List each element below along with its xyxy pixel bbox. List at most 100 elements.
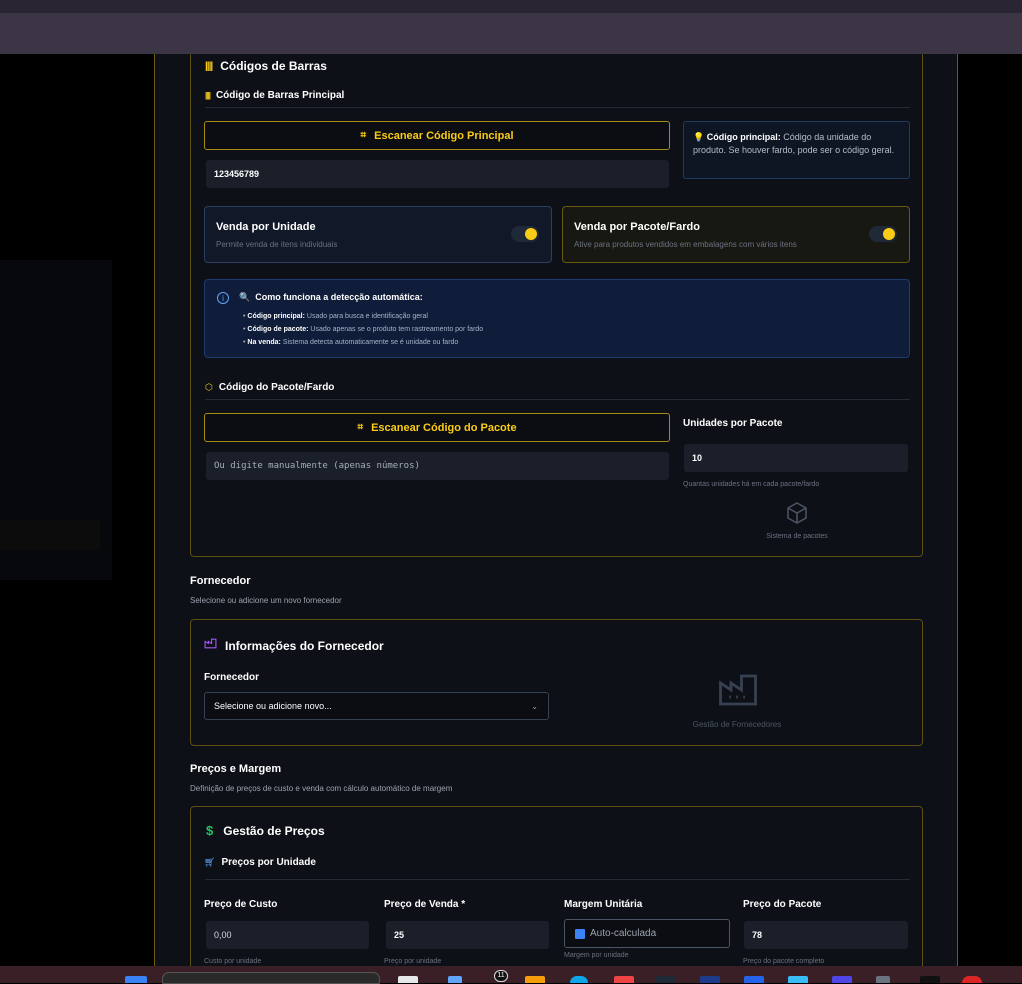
pack-price-value: 78	[752, 930, 763, 940]
app-icon[interactable]	[656, 976, 676, 983]
scan-icon: ⌗	[360, 130, 367, 141]
units-per-pack-input[interactable]: 10	[684, 444, 908, 472]
factory-icon	[717, 669, 759, 716]
supplier-section-title: Fornecedor	[190, 575, 251, 587]
barcodes-card: |||| Códigos de Barras |||| Código de Ba…	[190, 54, 923, 557]
cost-price-label: Preço de Custo	[204, 899, 278, 910]
unit-sale-title: Venda por Unidade	[216, 221, 316, 233]
pack-system-label: Sistema de pacotes	[766, 533, 828, 540]
scan-main-code-label: Escanear Código Principal	[374, 129, 514, 142]
pack-code-input[interactable]: Ou digite manualmente (apenas números)	[206, 452, 669, 480]
sale-price-label: Preço de Venda *	[384, 899, 466, 910]
app-icon[interactable]	[920, 976, 940, 983]
package-icon	[785, 501, 809, 525]
factory-icon	[204, 637, 217, 655]
taskbar-search[interactable]	[162, 972, 380, 984]
background-overlay-strip	[0, 520, 100, 550]
scan-pack-code-button[interactable]: ⌗ Escanear Código do Pacote	[204, 413, 670, 442]
app-icon[interactable]	[700, 976, 720, 983]
tip-bold: Código principal:	[706, 132, 781, 142]
pack-sale-desc: Ative para produtos vendidos em embalage…	[574, 240, 797, 249]
supplier-field-label: Fornecedor	[204, 672, 260, 683]
app-icon[interactable]	[788, 976, 808, 983]
unit-sale-option[interactable]: Venda por Unidade Permite venda de itens…	[204, 206, 552, 263]
info-item: • Código principal: Usado para busca e i…	[243, 313, 428, 320]
info-item: • Código de pacote: Usado apenas se o pr…	[243, 326, 484, 333]
info-item-bold: Na venda:	[247, 339, 281, 346]
product-form-panel: |||| Códigos de Barras |||| Código de Ba…	[154, 54, 958, 966]
units-per-pack-label: Unidades por Pacote	[683, 418, 783, 429]
cost-price-value: 0,00	[214, 930, 232, 940]
info-item: • Na venda: Sistema detecta automaticame…	[243, 339, 459, 346]
info-item-text: Usado apenas se o produto tem rastreamen…	[308, 326, 484, 333]
margin-input[interactable]: Auto-calculada	[564, 919, 730, 948]
pricing-card-title: Gestão de Preços	[223, 823, 325, 838]
pricing-section-subtitle: Definição de preços de custo e venda com…	[190, 784, 453, 793]
barcode-icon: ||||	[205, 60, 213, 72]
scan-main-code-button[interactable]: ⌗ Escanear Código Principal	[204, 121, 670, 150]
margin-placeholder: Auto-calculada	[590, 928, 657, 939]
unit-prices-title: Preços por Unidade	[221, 857, 316, 868]
barcodes-section-title: Códigos de Barras	[220, 59, 327, 73]
units-per-pack-value: 10	[692, 453, 703, 463]
dollar-icon: $	[206, 823, 214, 838]
browser-icon[interactable]	[398, 976, 418, 983]
scan-icon: ⌗	[357, 422, 364, 433]
browser-toolbar	[0, 13, 1022, 54]
unit-sale-toggle[interactable]	[511, 226, 539, 242]
app-icon[interactable]	[744, 976, 764, 983]
supplier-select-value: Selecione ou adicione novo...	[214, 701, 332, 711]
auto-detect-info: i 🔍 Como funciona a detecção automática:…	[204, 279, 910, 358]
unit-sale-desc: Permite venda de itens individuais	[216, 240, 338, 249]
supplier-select[interactable]: Selecione ou adicione novo... ⌄	[204, 692, 549, 720]
package-icon: ⬡	[205, 382, 213, 392]
cost-price-hint: Custo por unidade	[204, 958, 262, 965]
app-icon[interactable]	[876, 976, 890, 983]
pack-sale-title: Venda por Pacote/Fardo	[574, 221, 700, 233]
auto-calc-icon	[575, 928, 585, 939]
divider	[205, 107, 910, 108]
toggle-knob	[525, 228, 537, 240]
pricing-section-title: Preços e Margem	[190, 763, 282, 775]
badge-count: 11	[497, 972, 505, 979]
margin-label: Margem Unitária	[564, 899, 643, 910]
app-icon[interactable]	[570, 976, 588, 983]
pack-code-title: Código do Pacote/Fardo	[218, 382, 335, 393]
app-icon[interactable]	[962, 976, 982, 983]
main-barcode-input[interactable]: 123456789	[206, 160, 669, 188]
supplier-management-label: Gestão de Fornecedores	[692, 720, 782, 729]
chevron-down-icon: ⌄	[531, 701, 538, 711]
pack-sale-option[interactable]: Venda por Pacote/Fardo Ative para produt…	[562, 206, 910, 263]
toggle-knob	[883, 228, 895, 240]
start-icon[interactable]	[125, 976, 147, 983]
cost-price-input[interactable]: 0,00	[206, 921, 369, 949]
pack-price-label: Preço do Pacote	[743, 899, 822, 910]
lightbulb-icon: 💡	[693, 132, 705, 142]
info-icon: i	[217, 292, 229, 304]
pricing-card: $ Gestão de Preços 🛒︎ Preços por Unidade…	[190, 806, 923, 966]
notification-badge: 11	[494, 970, 508, 982]
supplier-card-title: Informações do Fornecedor	[225, 639, 384, 653]
margin-hint: Margem por unidade	[564, 952, 629, 959]
scan-pack-code-label: Escanear Código do Pacote	[371, 421, 517, 434]
info-title: Como funciona a detecção automática:	[255, 292, 423, 302]
info-item-bold: Código de pacote:	[247, 326, 309, 333]
sale-price-value: 25	[394, 930, 405, 940]
app-icon[interactable]	[832, 976, 852, 983]
sale-price-input[interactable]: 25	[386, 921, 549, 949]
cart-icon: 🛒︎	[204, 857, 216, 867]
app-icon[interactable]	[614, 976, 634, 983]
main-code-tip: 💡 Código principal: Código da unidade do…	[683, 121, 910, 179]
folder-icon[interactable]	[525, 976, 545, 983]
pack-sale-toggle[interactable]	[869, 226, 897, 242]
barcode-icon: ||||	[205, 91, 211, 100]
main-barcode-title: Código de Barras Principal	[215, 90, 345, 101]
supplier-card: Informações do Fornecedor Fornecedor Sel…	[190, 619, 923, 746]
app-icon[interactable]	[448, 976, 462, 983]
pack-price-input[interactable]: 78	[744, 921, 908, 949]
info-item-text: Usado para busca e identificação geral	[304, 313, 428, 320]
pack-price-hint: Preço do pacote completo	[743, 958, 825, 965]
units-per-pack-hint: Quantas unidades há em cada pacote/fardo	[683, 481, 820, 488]
search-icon: 🔍	[239, 292, 251, 302]
divider	[205, 399, 910, 400]
